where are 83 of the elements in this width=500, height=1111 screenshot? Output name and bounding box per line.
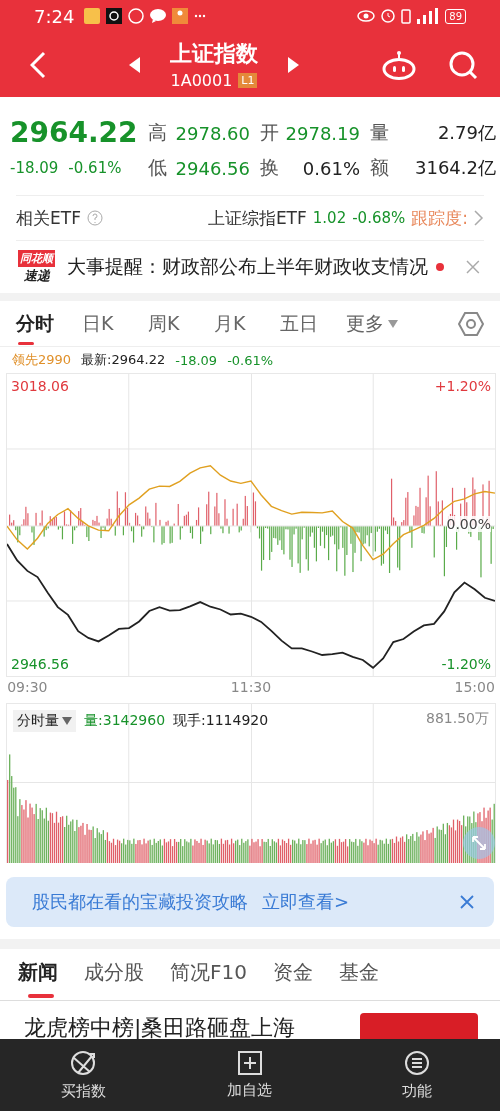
more-tab[interactable]: 更多 bbox=[346, 310, 398, 337]
caret-icon bbox=[388, 319, 398, 328]
stat-label: 量 bbox=[368, 120, 390, 145]
search-button[interactable] bbox=[448, 49, 478, 80]
y-axis-max-label: 3018.06 bbox=[11, 377, 69, 394]
last-price: 2964.22 bbox=[10, 116, 139, 150]
robot-assistant-button[interactable] bbox=[382, 49, 416, 80]
chart-tab[interactable]: 分时 bbox=[16, 302, 82, 345]
level-badge: L1 bbox=[238, 73, 258, 88]
chat-icon bbox=[150, 9, 167, 23]
back-button[interactable] bbox=[30, 50, 46, 79]
next-button[interactable] bbox=[288, 56, 299, 73]
globe-icon bbox=[70, 1049, 97, 1076]
chevron-right-icon[interactable] bbox=[474, 210, 484, 226]
chart-tab[interactable]: 月K bbox=[214, 302, 280, 345]
price-change-percent: -0.61% bbox=[68, 159, 122, 177]
battery-level: 89 bbox=[445, 8, 466, 24]
etf-name: 上证综指ETF bbox=[207, 206, 307, 230]
etf-price: 1.02 bbox=[312, 209, 347, 227]
stat-label: 换 bbox=[258, 155, 280, 180]
current-hand: 现手:1114920 bbox=[173, 712, 269, 730]
expand-button[interactable] bbox=[463, 827, 495, 859]
price-change: -18.09 bbox=[10, 159, 59, 177]
close-icon[interactable] bbox=[466, 260, 480, 274]
latest-change-percent: -0.61% bbox=[227, 352, 274, 368]
help-icon[interactable] bbox=[86, 210, 103, 226]
volume-selector[interactable]: 分时量 bbox=[13, 710, 76, 732]
total-volume: 量:3142960 bbox=[84, 712, 166, 730]
zero-percent-label: 0.00% bbox=[446, 516, 491, 532]
event-alert-text[interactable]: 大事提醒：财政部公布上半年财政收支情况 bbox=[67, 254, 429, 280]
time-axis-label: 11:30 bbox=[230, 679, 272, 695]
stat-value: 2978.60 bbox=[174, 122, 251, 144]
latest-price: 最新:2964.22 bbox=[81, 351, 166, 369]
etf-change: -0.68% bbox=[352, 209, 406, 227]
status-time: 7:24 bbox=[34, 5, 75, 27]
vibrate-icon bbox=[401, 8, 412, 24]
news-brand-logo: 同花顺 速递 bbox=[17, 249, 57, 285]
stat-label: 额 bbox=[368, 155, 390, 180]
bottom-nav-item[interactable]: 买指数 bbox=[28, 1048, 139, 1102]
index-title: 上证指数 bbox=[170, 40, 258, 68]
stat-label: 低 bbox=[146, 155, 168, 180]
chart-tab[interactable]: 五日 bbox=[280, 302, 346, 345]
alarm-icon bbox=[381, 9, 396, 23]
max-volume-label: 881.50万 bbox=[426, 710, 489, 728]
time-axis-label: 09:30 bbox=[7, 679, 48, 695]
news-tab[interactable]: 成分股 bbox=[84, 959, 144, 1000]
app-notification-icon bbox=[84, 8, 101, 24]
bottom-nav-item[interactable]: 功能 bbox=[361, 1048, 472, 1102]
min-percent-label: -1.20% bbox=[441, 656, 491, 672]
more-notifications-icon bbox=[194, 14, 207, 18]
lead-index: 领先2990 bbox=[12, 351, 72, 369]
menu-icon bbox=[403, 1049, 430, 1076]
tracking-label: 跟踪度: bbox=[411, 206, 468, 230]
chart-tab[interactable]: 周K bbox=[148, 302, 214, 345]
eye-icon bbox=[357, 10, 376, 22]
y-axis-min-label: 2946.56 bbox=[11, 656, 69, 673]
stat-value: 2.79亿 bbox=[436, 121, 497, 145]
stat-label: 高 bbox=[146, 120, 168, 145]
chart-tab[interactable]: 日K bbox=[82, 302, 148, 345]
diagonal-arrows-icon bbox=[471, 835, 487, 851]
add-icon bbox=[238, 1050, 262, 1075]
max-percent-label: +1.20% bbox=[434, 378, 491, 394]
stat-label: 开 bbox=[258, 120, 280, 145]
camera-icon bbox=[106, 8, 123, 24]
signal-icon bbox=[417, 8, 440, 24]
time-axis-label: 15:00 bbox=[454, 679, 495, 695]
settings-icon[interactable] bbox=[458, 310, 484, 337]
bottom-nav-item[interactable]: 加自选 bbox=[195, 1049, 305, 1101]
stat-value: 2978.19 bbox=[284, 122, 361, 144]
promo-text: 股民都在看的宝藏投资攻略 bbox=[32, 890, 248, 914]
news-tab[interactable]: 资金 bbox=[272, 959, 313, 1000]
previous-button[interactable] bbox=[129, 56, 140, 73]
close-icon[interactable] bbox=[460, 895, 474, 909]
caret-icon bbox=[62, 717, 72, 725]
stat-value: 2946.56 bbox=[174, 157, 251, 179]
stat-value: 0.61% bbox=[301, 157, 361, 179]
latest-change: -18.09 bbox=[175, 352, 218, 368]
news-tab[interactable]: 简况F10 bbox=[170, 959, 247, 1000]
index-code: 1A0001 bbox=[170, 71, 233, 90]
news-tab[interactable]: 新闻 bbox=[18, 959, 58, 1000]
related-etf-label: 相关ETF bbox=[16, 206, 81, 230]
stat-value: 3164.2亿 bbox=[414, 156, 497, 180]
news-tab[interactable]: 基金 bbox=[338, 959, 379, 1000]
